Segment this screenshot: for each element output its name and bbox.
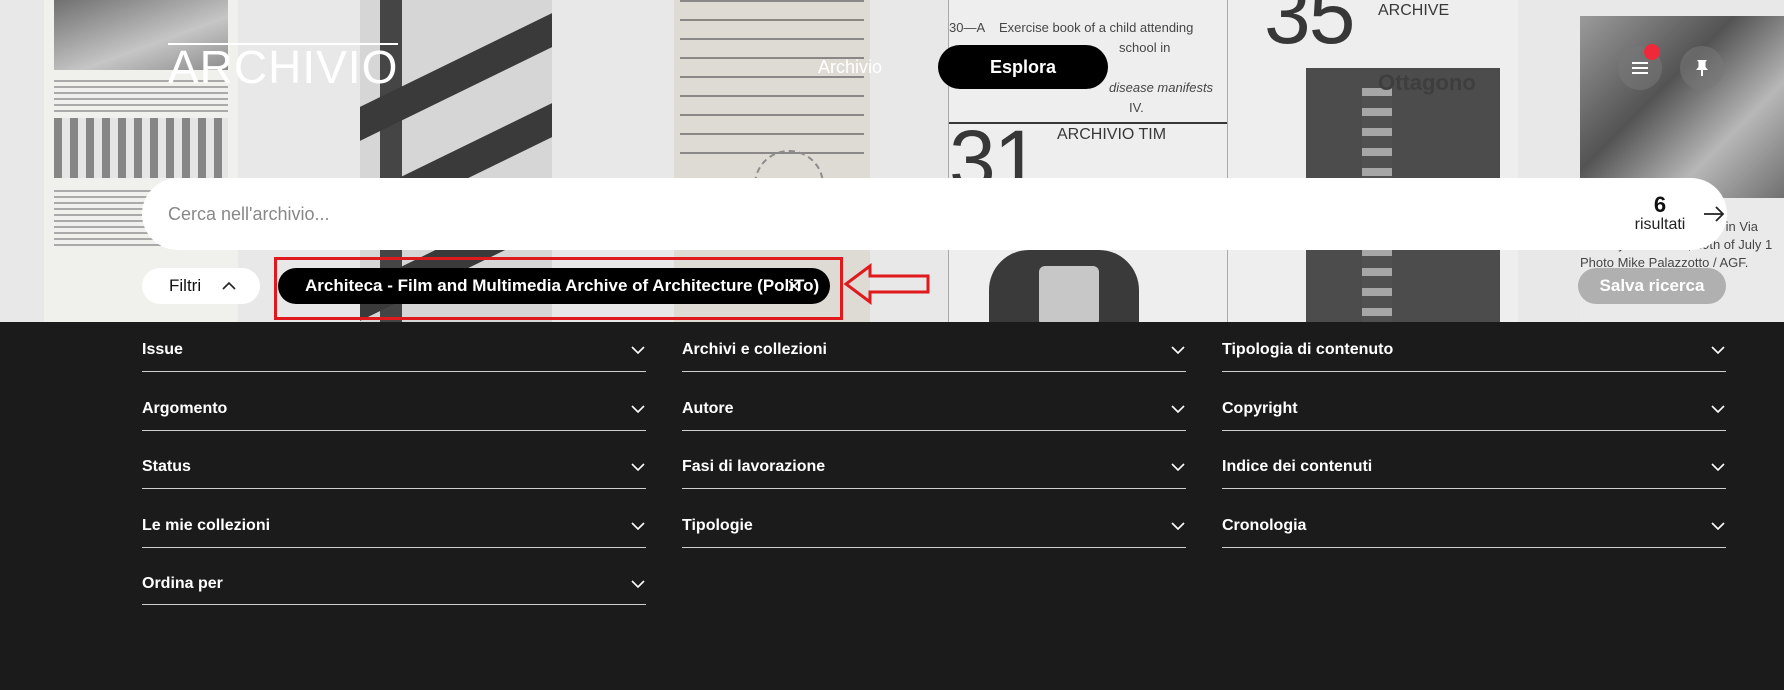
site-logo[interactable]: ARCHIVIO xyxy=(168,43,399,90)
facet-label: Cronologia xyxy=(1222,517,1307,534)
chevron-down-icon xyxy=(631,346,645,355)
chevron-down-icon xyxy=(1171,405,1185,414)
chevron-down-icon xyxy=(1171,463,1185,472)
facet-label: Le mie collezioni xyxy=(142,517,271,534)
arrow-right-icon[interactable] xyxy=(1700,200,1728,228)
item-code: 30—A xyxy=(949,20,986,35)
search-input[interactable] xyxy=(168,178,1568,250)
chevron-down-icon xyxy=(631,522,645,531)
facet-label: Issue xyxy=(142,341,183,358)
pin-icon xyxy=(1696,60,1708,76)
chevron-down-icon xyxy=(1711,463,1725,472)
notification-dot xyxy=(1644,44,1660,60)
search-bar: 6 risultati xyxy=(142,178,1727,250)
close-icon[interactable] xyxy=(786,278,802,294)
pin-button[interactable] xyxy=(1680,46,1724,90)
chevron-down-icon xyxy=(1171,522,1185,531)
archive-label: ARCHIVE xyxy=(1378,2,1450,19)
book-title: Ottagono xyxy=(1378,70,1476,95)
active-filter-chip[interactable]: Architeca - Film and Multimedia Archive … xyxy=(278,268,830,304)
facet-label: Indice dei contenuti xyxy=(1222,458,1373,475)
filters-toggle-button[interactable]: Filtri xyxy=(142,268,260,304)
chevron-down-icon xyxy=(631,463,645,472)
nav-esplora[interactable]: Esplora xyxy=(938,45,1108,89)
results-label: risultati xyxy=(1634,216,1686,233)
facet-label: Argomento xyxy=(142,400,228,417)
facet-label: Archivi e collezioni xyxy=(682,341,827,358)
facet-tipologie[interactable]: Tipologie xyxy=(682,476,1186,548)
facet-label: Tipologie xyxy=(682,517,753,534)
nav-archivio[interactable]: Archivio xyxy=(790,45,910,89)
hamburger-icon xyxy=(1632,62,1648,74)
chevron-down-icon xyxy=(1711,405,1725,414)
chevron-down-icon xyxy=(631,580,645,589)
facet-label: Tipologia di contenuto xyxy=(1222,341,1394,358)
chevron-down-icon xyxy=(1171,346,1185,355)
chevron-down-icon xyxy=(1711,346,1725,355)
results-count: 6 xyxy=(1653,192,1667,217)
issue-number-35: 35 xyxy=(1264,0,1355,61)
filter-panel: Issue Argomento Status Le mie collezioni… xyxy=(0,322,1784,690)
chevron-up-icon xyxy=(222,281,236,290)
facet-cronologia[interactable]: Cronologia xyxy=(1222,476,1726,548)
facet-label: Copyright xyxy=(1222,400,1298,417)
save-search-button[interactable]: Salva ricerca xyxy=(1578,268,1726,304)
archive-tim-label: ARCHIVIO TIM xyxy=(1057,126,1167,143)
chevron-down-icon xyxy=(1711,522,1725,531)
facet-label: Status xyxy=(142,458,191,475)
facet-label: Fasi di lavorazione xyxy=(682,458,826,475)
active-filter-label: Architeca - Film and Multimedia Archive … xyxy=(305,276,820,295)
item-caption: Exercise book of a child attending xyxy=(999,20,1194,35)
facet-label: Ordina per xyxy=(142,575,223,592)
chevron-down-icon xyxy=(631,405,645,414)
filters-toggle-label: Filtri xyxy=(169,276,202,295)
facet-label: Autore xyxy=(682,400,734,417)
collage-tile-book: 35 ARCHIVE Ottagono xyxy=(1228,0,1518,322)
facet-ordina-per[interactable]: Ordina per xyxy=(142,534,646,605)
